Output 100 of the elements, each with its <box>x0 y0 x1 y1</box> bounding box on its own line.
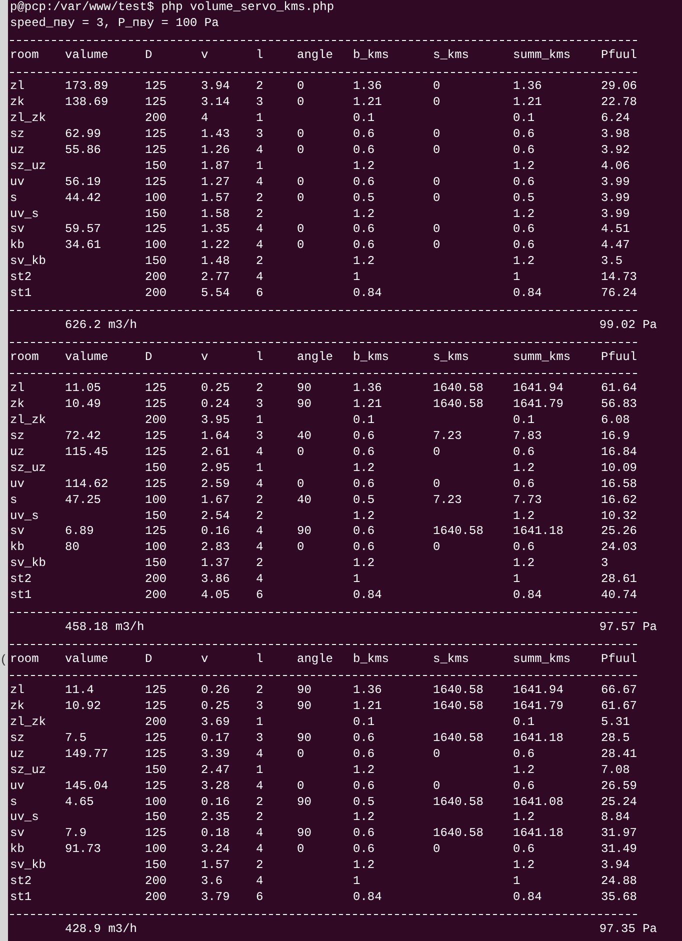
table-cell: 200 <box>145 572 167 586</box>
table-cell: 0 <box>297 746 304 761</box>
table-cell: 31.49 <box>601 842 638 856</box>
table-cell: 1.2 <box>353 858 375 872</box>
table-cell: 62.99 <box>65 127 102 142</box>
table-cell: uz <box>10 444 24 459</box>
table-cell: 7.83 <box>513 429 542 444</box>
table-cell: 1.35 <box>201 222 230 236</box>
table-cell: 125 <box>145 826 167 840</box>
table-cell: uv <box>10 174 24 189</box>
table-cell: 2.61 <box>201 444 230 459</box>
table-cell: 125 <box>145 730 167 745</box>
table-cell: 0.6 <box>353 540 375 554</box>
table-cell: 61.64 <box>601 381 638 396</box>
table-cell: 4.51 <box>601 222 630 236</box>
table-cell: 0 <box>297 222 304 236</box>
table-cell: 4 <box>256 143 264 158</box>
table-cell: zl_zk <box>10 413 46 428</box>
table-cell: 3.99 <box>601 174 630 189</box>
table-cell: 29.06 <box>601 79 638 94</box>
table-cell: 3 <box>256 397 264 412</box>
table-cell: uv <box>10 476 24 491</box>
table-cell: 150 <box>145 508 167 522</box>
column-header: D <box>145 652 152 666</box>
table-cell: 1641.79 <box>513 699 564 714</box>
table-cell: 0 <box>433 746 440 761</box>
table-cell: 3.39 <box>201 746 230 761</box>
table-cell: 0.17 <box>201 730 230 745</box>
table-cell: 24.88 <box>601 874 638 888</box>
table-cell: 1.57 <box>201 190 230 205</box>
table-cell: 0 <box>297 238 304 252</box>
table-cell: 11.05 <box>65 381 102 396</box>
table-cell: sv_kb <box>10 858 46 872</box>
table-cell: 0.16 <box>201 524 230 538</box>
table-cell: 1.2 <box>513 762 535 777</box>
table-cell: 28.5 <box>601 730 630 745</box>
column-header: s_kms <box>433 350 470 364</box>
table-cell: 59.57 <box>65 222 102 236</box>
column-header: angle <box>297 350 334 364</box>
table-cell: 0.6 <box>353 476 375 491</box>
table-cell: 3.5 <box>601 254 623 268</box>
table-cell: 0.5 <box>353 492 375 507</box>
table-cell: s <box>10 190 18 205</box>
table-cell: 1641.18 <box>513 826 564 840</box>
table-cell: 0.16 <box>201 794 230 809</box>
table-cell: st1 <box>10 286 32 300</box>
table-cell: 125 <box>145 778 167 793</box>
table-cell: 10.32 <box>601 508 638 522</box>
table-cell: 90 <box>297 397 312 412</box>
table-cell: 200 <box>145 413 167 428</box>
table-cell: 6 <box>256 890 264 904</box>
table-cell: 1.36 <box>353 683 382 698</box>
table-cell: 0 <box>433 222 440 236</box>
table-cell: 0 <box>433 238 440 252</box>
table-cell: 2.95 <box>201 460 230 475</box>
table-cell: 0 <box>433 95 440 110</box>
table-cell: 1.2 <box>513 206 535 221</box>
table-cell: 150 <box>145 460 167 475</box>
column-header: v <box>201 48 208 62</box>
table-cell: 1.22 <box>201 238 230 252</box>
table-cell: 0 <box>297 476 304 491</box>
table-cell: 10.09 <box>601 460 638 475</box>
table-cell: 55.86 <box>65 143 102 158</box>
table-cell: 0 <box>433 143 440 158</box>
table-cell: 0.84 <box>513 588 542 602</box>
table-cell: 4 <box>256 746 264 761</box>
table-cell: 5.31 <box>601 715 630 730</box>
table-cell: 125 <box>145 222 167 236</box>
table-cell: 10.49 <box>65 397 102 412</box>
table-cell: 1641.94 <box>513 381 564 396</box>
column-header: D <box>145 350 152 364</box>
table-cell: 7.73 <box>513 492 542 507</box>
table-cell: 0.6 <box>353 127 375 142</box>
table-cell: 3.99 <box>601 206 630 221</box>
table-cell: 0.84 <box>513 286 542 300</box>
table-cell: 0 <box>433 127 440 142</box>
table-cell: 100 <box>145 540 167 554</box>
table-cell: 1.2 <box>353 762 375 777</box>
table-cell: 2 <box>256 254 264 268</box>
table-cell: 72.42 <box>65 429 102 444</box>
table-cell: 90 <box>297 699 312 714</box>
table-cell: 7.23 <box>433 429 462 444</box>
table-cell: 47.25 <box>65 492 102 507</box>
table-cell: 0.6 <box>513 127 535 142</box>
total-flow: 458.18 m3/h <box>65 620 144 636</box>
table-cell: 3.69 <box>201 715 230 730</box>
table-cell: 2.77 <box>201 270 230 284</box>
table-cell: 125 <box>145 174 167 189</box>
table-cell: 0 <box>433 540 440 554</box>
table-cell: zl <box>10 683 24 698</box>
table-cell: uv <box>10 778 24 793</box>
table-cell: 1.2 <box>353 810 375 824</box>
table-cell: 2 <box>256 508 264 522</box>
table-cell: 100 <box>145 190 167 205</box>
table-cell: 200 <box>145 715 167 730</box>
table-cell: 125 <box>145 746 167 761</box>
column-header: valume <box>65 652 108 666</box>
total-flow: 626.2 m3/h <box>65 318 138 334</box>
column-header: l <box>256 652 264 666</box>
table-cell: 1.64 <box>201 429 230 444</box>
